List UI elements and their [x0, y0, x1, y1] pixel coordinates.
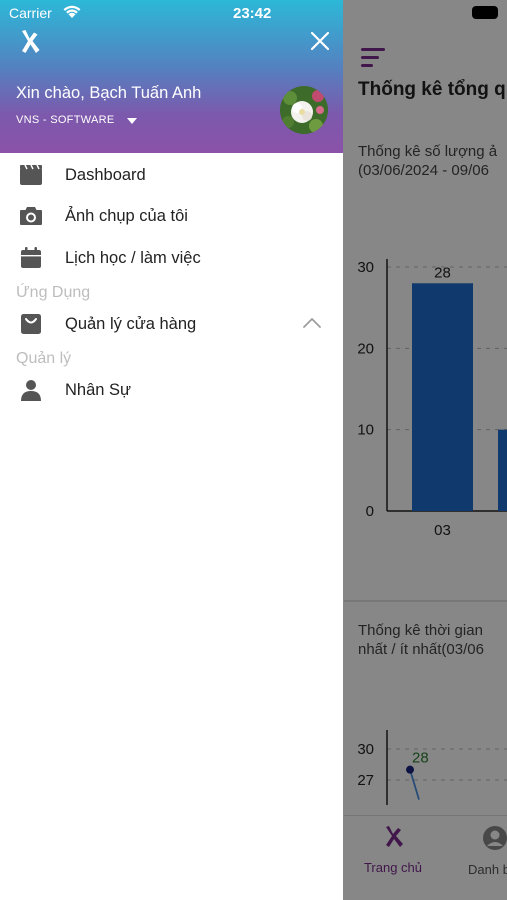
- status-carrier: Carrier: [9, 5, 52, 21]
- dashboard-icon: [20, 164, 42, 185]
- drawer-header: Carrier 23:42 Xin chào, Bạch Tuấn Anh VN…: [0, 0, 343, 153]
- menu-label: Ảnh chụp của tôi: [65, 207, 188, 225]
- chevron-up-icon[interactable]: [303, 317, 321, 328]
- app-logo-icon: [22, 30, 40, 53]
- menu-item-hr[interactable]: Nhân Sự: [0, 371, 343, 409]
- menu-item-my-photos[interactable]: Ảnh chụp của tôi: [0, 197, 343, 235]
- side-drawer: Carrier 23:42 Xin chào, Bạch Tuấn Anh VN…: [0, 0, 343, 900]
- menu-item-store-management[interactable]: Quản lý cửa hàng: [0, 305, 343, 343]
- menu-item-schedule[interactable]: Lịch học / làm việc: [0, 239, 343, 277]
- menu-label: Quản lý cửa hàng: [65, 315, 197, 333]
- avatar[interactable]: [280, 86, 328, 134]
- caret-down-icon[interactable]: [127, 118, 137, 124]
- menu-label: Lịch học / làm việc: [65, 249, 201, 267]
- close-icon[interactable]: [308, 29, 332, 53]
- calendar-icon: [21, 247, 41, 268]
- status-time: 23:42: [233, 5, 272, 22]
- camera-icon: [20, 207, 42, 225]
- shopping-bag-icon: [21, 314, 41, 334]
- person-icon: [21, 380, 41, 401]
- company-selector[interactable]: VNS - SOFTWARE: [16, 114, 115, 126]
- section-title-apps: Ứng Dụng: [16, 284, 91, 301]
- menu-label: Nhân Sự: [65, 381, 132, 399]
- section-title-management: Quản lý: [16, 350, 72, 367]
- wifi-icon: [63, 5, 81, 18]
- menu-item-dashboard[interactable]: Dashboard: [0, 156, 343, 194]
- menu-label: Dashboard: [65, 166, 146, 184]
- user-greeting: Xin chào, Bạch Tuấn Anh: [16, 84, 202, 102]
